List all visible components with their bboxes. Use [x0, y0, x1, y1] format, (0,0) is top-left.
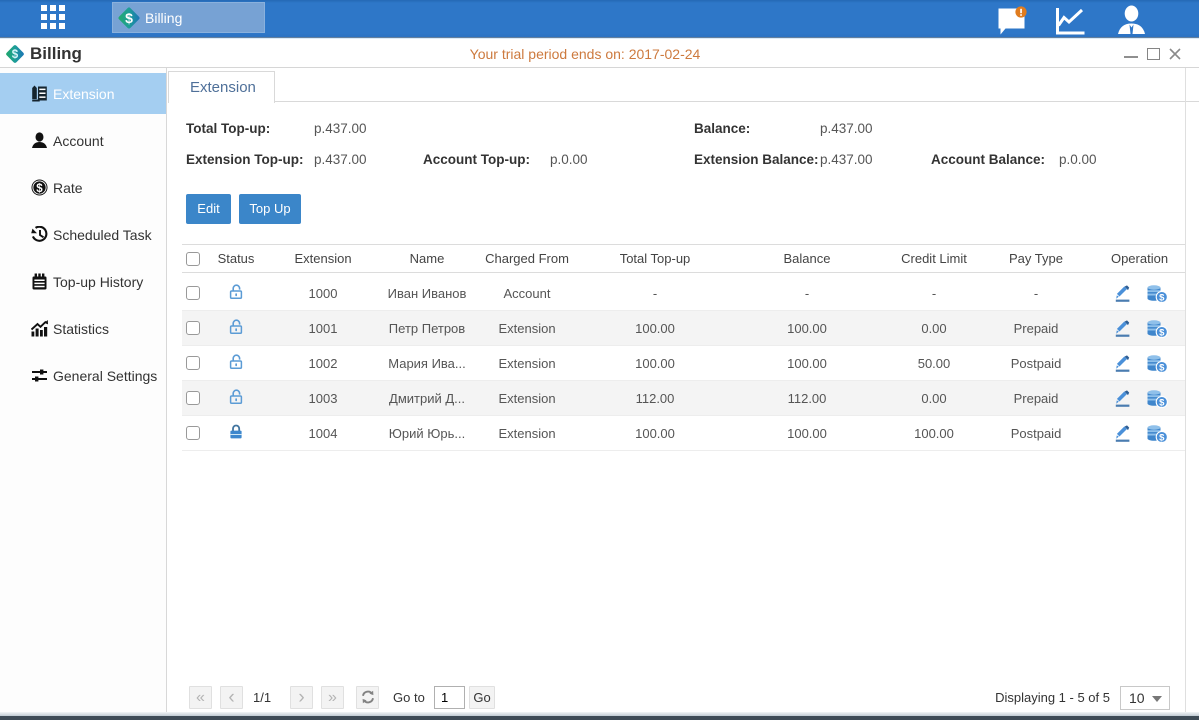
svg-text:$: $ [1159, 397, 1165, 408]
svg-text:$: $ [1159, 327, 1165, 338]
svg-text:$: $ [1159, 292, 1165, 303]
svg-text:$: $ [1159, 432, 1165, 443]
svg-text:$: $ [36, 183, 43, 195]
svg-text:$: $ [125, 10, 133, 26]
svg-text:$: $ [1159, 362, 1165, 373]
